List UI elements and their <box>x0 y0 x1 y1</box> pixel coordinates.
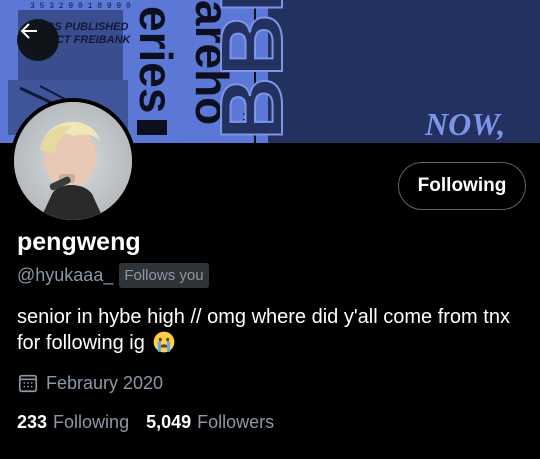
banner-freibank-text: ACT FREIBANK <box>47 34 132 46</box>
banner-big-text: OBBIT <box>202 0 301 143</box>
arrow-left-icon <box>20 23 37 39</box>
follows-you-badge: Follows you <box>119 263 209 288</box>
joined-row: Febraury 2020 <box>17 372 163 394</box>
following-label: Following <box>53 412 130 432</box>
avatar[interactable] <box>10 98 136 224</box>
avatar-image <box>14 102 132 220</box>
follow-stats: 233 Following 5,049 Followers <box>17 412 291 433</box>
back-button[interactable] <box>17 19 59 61</box>
followers-label: Followers <box>197 412 275 432</box>
calendar-icon <box>18 374 38 393</box>
bio: senior in hybe high // omg where did y'a… <box>17 304 517 356</box>
following-button[interactable]: Following <box>398 162 526 210</box>
following-count: 233 <box>17 412 48 432</box>
bio-text: senior in hybe high // omg where did y'a… <box>17 306 510 354</box>
followers-count: 5,049 <box>146 412 192 432</box>
display-name: pengweng <box>17 228 141 256</box>
crying-face-emoji <box>154 331 175 353</box>
banner-top-text: 3 5 3 2 9 0 1 8 9 9 0 <box>30 2 131 11</box>
banner-now-text: NOW, <box>424 106 505 142</box>
handle-row: @hyukaaa_ Follows you <box>17 263 209 288</box>
handle: @hyukaaa_ <box>17 265 114 285</box>
joined-date: Febraury 2020 <box>46 372 164 393</box>
followers-count-link[interactable]: 5,049 Followers <box>146 412 274 433</box>
following-count-link[interactable]: 233 Following <box>17 412 129 433</box>
banner-vertical-text-1: eries <box>130 6 182 113</box>
